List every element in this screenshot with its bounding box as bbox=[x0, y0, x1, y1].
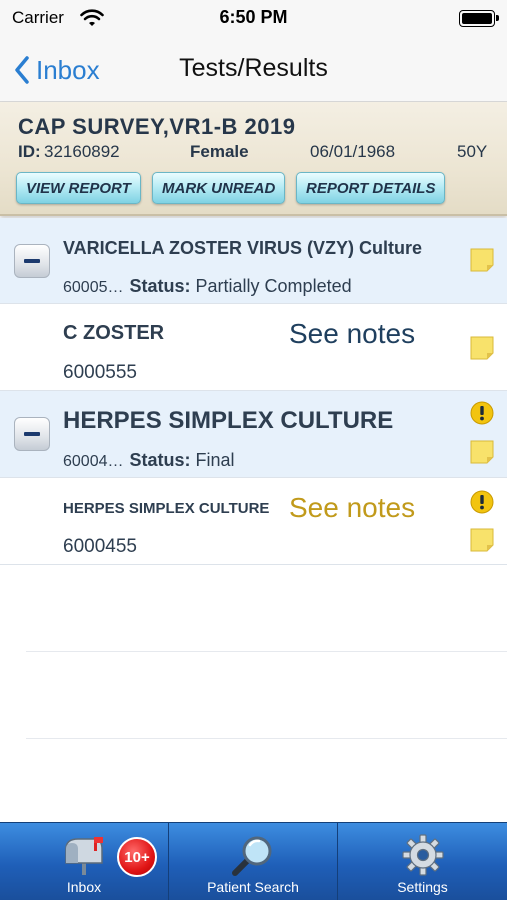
test-group-id: 60004… bbox=[63, 453, 124, 470]
mark-unread-button[interactable]: MARK UNREAD bbox=[152, 172, 286, 204]
test-group-status-line: 60005… Status: Partially Completed bbox=[63, 276, 352, 297]
tab-patient-search-label: Patient Search bbox=[207, 879, 299, 895]
status-label: Status: bbox=[129, 450, 191, 470]
status-value: Partially Completed bbox=[195, 276, 352, 296]
test-result-code: 6000455 bbox=[63, 536, 137, 557]
test-group-name: HERPES SIMPLEX CULTURE bbox=[63, 407, 394, 434]
empty-row-divider bbox=[26, 738, 507, 739]
unread-count-badge: 10+ bbox=[117, 837, 157, 877]
minus-icon bbox=[24, 259, 40, 263]
collapse-button[interactable] bbox=[14, 417, 50, 451]
see-notes-label: See notes bbox=[289, 318, 416, 349]
sticky-note-icon[interactable] bbox=[470, 528, 494, 552]
tab-bar: Inbox 10+ Patient Search Settings bbox=[0, 822, 507, 900]
tab-settings[interactable]: Settings bbox=[338, 823, 507, 900]
sticky-note-icon[interactable] bbox=[470, 440, 494, 464]
page-title: Tests/Results bbox=[179, 54, 328, 82]
tab-inbox-label: Inbox bbox=[66, 879, 102, 895]
magnifier-icon bbox=[232, 836, 272, 876]
test-result-row[interactable]: C ZOSTER See notes 6000555 bbox=[0, 304, 507, 391]
collapse-button[interactable] bbox=[14, 244, 50, 278]
see-notes-label: See notes bbox=[289, 492, 416, 523]
sticky-note-icon[interactable] bbox=[470, 336, 494, 360]
test-group-id: 60005… bbox=[63, 279, 124, 296]
test-group-status-line: 60004… Status: Final bbox=[63, 450, 235, 471]
exclamation-alert-icon bbox=[470, 490, 494, 514]
view-report-button[interactable]: VIEW REPORT bbox=[16, 172, 141, 204]
empty-row-divider bbox=[26, 651, 507, 652]
patient-dob: 06/01/1968 bbox=[310, 142, 396, 161]
report-details-button[interactable]: REPORT DETAILS bbox=[296, 172, 446, 204]
tab-inbox[interactable]: Inbox 10+ bbox=[0, 823, 168, 900]
patient-header: CAP SURVEY,VR1-B 2019 ID: 32160892 Femal… bbox=[0, 102, 507, 216]
test-result-name: C ZOSTER bbox=[63, 322, 165, 344]
navigation-bar: Inbox Tests/Results bbox=[0, 38, 507, 102]
exclamation-alert-icon bbox=[470, 401, 494, 425]
status-label: Status: bbox=[129, 276, 191, 296]
test-result-code: 6000555 bbox=[63, 362, 137, 383]
patient-id: 32160892 bbox=[44, 142, 120, 161]
status-bar: Carrier 6:50 PM bbox=[0, 0, 507, 38]
battery-icon bbox=[459, 10, 499, 27]
status-value: Final bbox=[195, 450, 235, 470]
test-result-name: HERPES SIMPLEX CULTURE bbox=[63, 500, 270, 517]
patient-name: CAP SURVEY,VR1-B 2019 bbox=[18, 114, 296, 139]
clock: 6:50 PM bbox=[219, 7, 288, 27]
sticky-note-icon[interactable] bbox=[470, 248, 494, 272]
gear-icon bbox=[401, 834, 444, 876]
patient-id-label: ID: bbox=[18, 142, 41, 161]
test-group-name: VARICELLA ZOSTER VIRUS (VZY) Culture bbox=[63, 238, 423, 258]
patient-gender: Female bbox=[190, 142, 249, 161]
tab-settings-label: Settings bbox=[397, 879, 448, 895]
test-result-row[interactable]: HERPES SIMPLEX CULTURE See notes 6000455 bbox=[0, 478, 507, 565]
minus-icon bbox=[24, 432, 40, 436]
test-group-row[interactable]: VARICELLA ZOSTER VIRUS (VZY) Culture 600… bbox=[0, 218, 507, 304]
tab-patient-search[interactable]: Patient Search bbox=[169, 823, 337, 900]
test-group-row[interactable]: HERPES SIMPLEX CULTURE 60004… Status: Fin… bbox=[0, 391, 507, 478]
mailbox-icon bbox=[65, 837, 103, 875]
patient-age: 50Y bbox=[457, 142, 488, 161]
